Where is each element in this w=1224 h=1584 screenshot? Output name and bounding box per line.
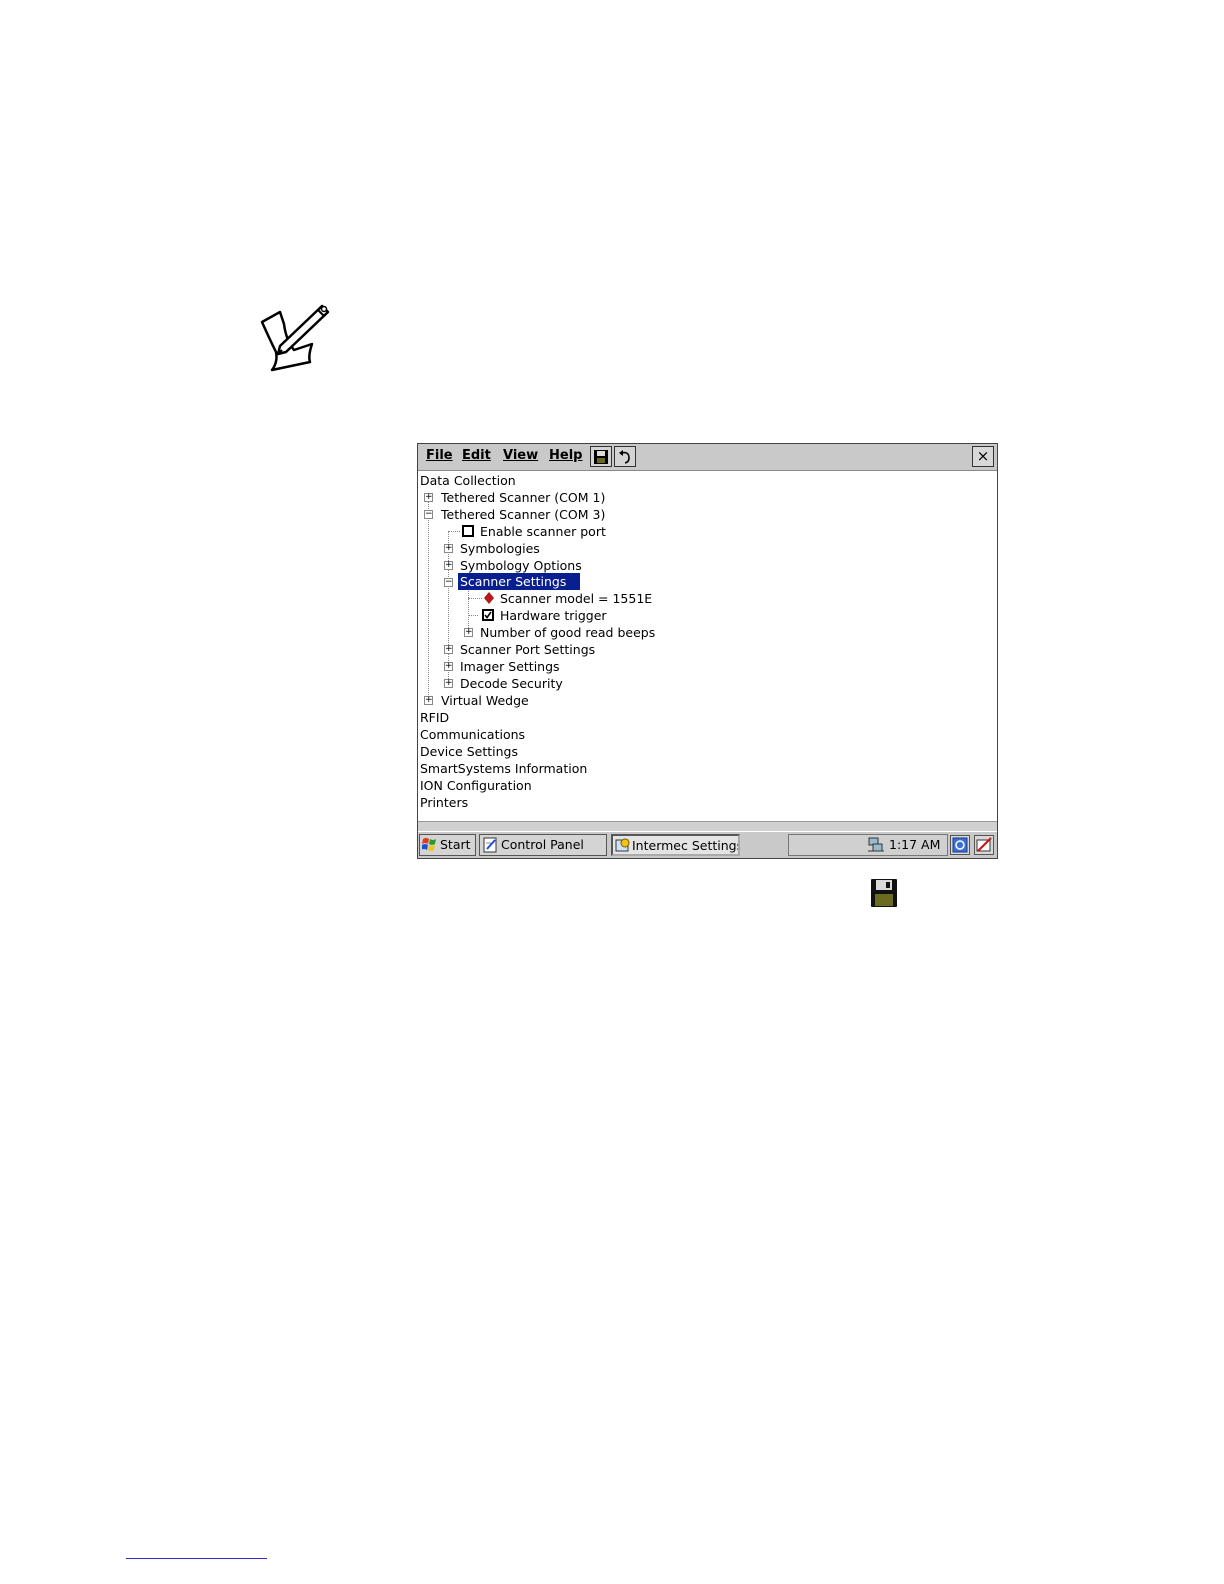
expand-toggle[interactable]: + <box>444 645 453 654</box>
floppy-disk-icon <box>594 450 608 464</box>
tree-item-hardware-trigger[interactable]: Hardware trigger <box>500 607 607 624</box>
tree-item-symbology-options[interactable]: Symbology Options <box>460 557 582 574</box>
network-status-icon[interactable] <box>867 837 885 853</box>
tree-connector <box>468 598 482 599</box>
collapse-toggle[interactable]: − <box>444 578 453 587</box>
tree-item-symbologies[interactable]: Symbologies <box>460 540 540 557</box>
expand-toggle[interactable]: + <box>444 679 453 688</box>
horizontal-scrollbar[interactable] <box>418 821 997 831</box>
tree-connector <box>428 497 429 697</box>
windows-logo-icon <box>422 838 436 851</box>
tree-item-smartsystems[interactable]: SmartSystems Information <box>420 760 587 777</box>
expand-toggle[interactable]: + <box>424 696 433 705</box>
floppy-disk-icon <box>871 879 897 907</box>
tree-item-good-read-beeps[interactable]: Number of good read beeps <box>480 624 655 641</box>
diamond-value-icon <box>484 592 494 604</box>
control-panel-label: Control Panel <box>501 837 584 852</box>
input-panel-button[interactable] <box>974 835 994 855</box>
tree-connector <box>448 531 460 532</box>
menu-help[interactable]: Help <box>549 448 582 463</box>
expand-toggle[interactable]: + <box>464 628 473 637</box>
taskbar-intermec-settings[interactable]: Intermec Settings <box>611 834 740 856</box>
desktop-icon <box>952 837 968 853</box>
save-button[interactable] <box>590 446 612 467</box>
menu-bar: File Edit View Help × <box>418 444 997 471</box>
expand-toggle[interactable]: + <box>444 544 453 553</box>
tree-item-decode-security[interactable]: Decode Security <box>460 675 563 692</box>
collapse-toggle[interactable]: − <box>424 510 433 519</box>
system-tray: 1:17 AM <box>788 834 948 856</box>
tree-item-communications[interactable]: Communications <box>420 726 525 743</box>
tree-item-virtual-wedge[interactable]: Virtual Wedge <box>441 692 529 709</box>
settings-app-icon <box>615 838 630 852</box>
tree-item-scanner-settings[interactable]: Scanner Settings <box>458 573 581 590</box>
control-panel-icon <box>483 837 497 853</box>
expand-toggle[interactable]: + <box>444 662 453 671</box>
tree-item-tethered-com3[interactable]: Tethered Scanner (COM 3) <box>441 506 605 523</box>
expand-toggle[interactable]: + <box>424 493 433 502</box>
enable-port-checkbox[interactable] <box>462 525 474 537</box>
tree-item-ion-configuration[interactable]: ION Configuration <box>420 777 532 794</box>
tree-connector <box>468 615 478 616</box>
checkmark-icon <box>484 611 492 619</box>
tree-item-device-settings[interactable]: Device Settings <box>420 743 518 760</box>
menu-file[interactable]: File <box>426 448 453 463</box>
tree-item-rfid[interactable]: RFID <box>420 709 449 726</box>
expand-toggle[interactable]: + <box>444 561 453 570</box>
tree-item-data-collection[interactable]: Data Collection <box>420 472 516 489</box>
taskbar: Start Control Panel Intermec Settings 1:… <box>418 831 997 858</box>
tree-item-scanner-port-settings[interactable]: Scanner Port Settings <box>460 641 595 658</box>
settings-tree: Data Collection + Tethered Scanner (COM … <box>418 471 997 821</box>
close-icon: × <box>976 447 990 465</box>
pen-input-icon <box>976 837 992 852</box>
undo-button[interactable] <box>614 446 636 467</box>
menu-view[interactable]: View <box>503 448 538 463</box>
clock: 1:17 AM <box>889 837 941 852</box>
start-label: Start <box>440 837 471 852</box>
intermec-settings-window: File Edit View Help × Data Collection + … <box>417 443 998 859</box>
tree-item-enable-port[interactable]: Enable scanner port <box>480 523 606 540</box>
taskbar-control-panel[interactable]: Control Panel <box>479 834 607 856</box>
close-button[interactable]: × <box>972 446 994 467</box>
tree-item-printers[interactable]: Printers <box>420 794 468 811</box>
footer-rule <box>126 1558 267 1559</box>
desktop-switch-button[interactable] <box>950 835 970 855</box>
tree-item-tethered-com1[interactable]: Tethered Scanner (COM 1) <box>441 489 605 506</box>
tree-item-imager-settings[interactable]: Imager Settings <box>460 658 560 675</box>
note-pencil-icon <box>260 304 330 372</box>
tree-item-scanner-model[interactable]: Scanner model = 1551E <box>500 590 652 607</box>
start-button[interactable]: Start <box>419 834 476 856</box>
intermec-settings-label: Intermec Settings <box>632 838 740 853</box>
undo-arrow-icon <box>619 450 630 464</box>
hardware-trigger-checkbox[interactable] <box>482 609 494 621</box>
menu-edit[interactable]: Edit <box>462 448 491 463</box>
